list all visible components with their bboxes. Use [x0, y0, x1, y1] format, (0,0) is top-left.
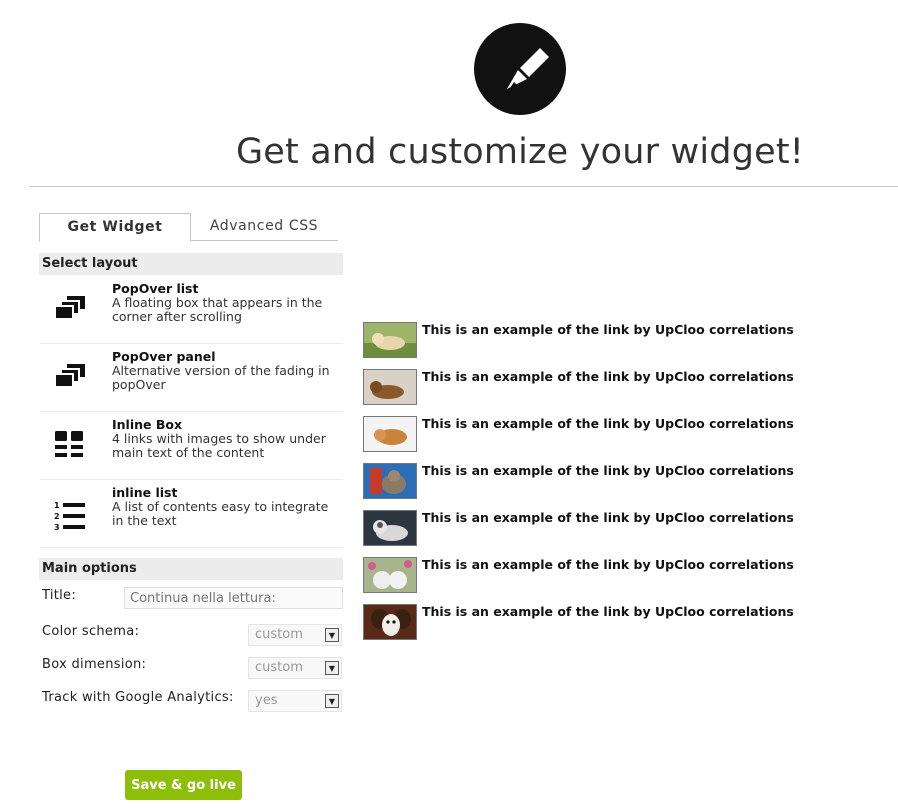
- example-link-text: This is an example of the link by UpCloo…: [422, 369, 794, 384]
- layout-title: inline list: [112, 485, 178, 500]
- puppies-thumbnail-image: [363, 557, 417, 593]
- pencil-logo-icon: [474, 23, 566, 115]
- layout-option-popover-panel[interactable]: PopOver panel Alternative version of the…: [40, 344, 343, 412]
- track-analytics-label: Track with Google Analytics:: [42, 690, 234, 705]
- page-title: Get and customize your widget!: [235, 132, 805, 172]
- example-link-text: This is an example of the link by UpCloo…: [422, 604, 794, 619]
- puppy-thumbnail-image: [363, 322, 417, 358]
- puppy-thumbnail-image: [363, 416, 417, 452]
- layout-title: PopOver list: [112, 281, 199, 296]
- tab-bar: Get Widget Advanced CSS: [39, 213, 339, 242]
- layout-option-inline-list[interactable]: 1 2 3 inline list A list of contents eas…: [40, 480, 343, 548]
- svg-text:1: 1: [54, 501, 60, 510]
- layout-title: PopOver panel: [112, 349, 216, 364]
- example-link-text: This is an example of the link by UpCloo…: [422, 322, 794, 337]
- track-analytics-select[interactable]: yes ▼: [248, 690, 342, 712]
- svg-text:3: 3: [54, 523, 60, 532]
- box-dimension-select[interactable]: custom ▼: [248, 657, 342, 679]
- layout-description: 4 links with images to show under main t…: [112, 431, 326, 460]
- save-go-live-button[interactable]: Save & go live: [125, 770, 242, 800]
- dropdown-arrow-icon[interactable]: ▼: [325, 694, 339, 708]
- color-schema-label: Color schema:: [42, 624, 140, 639]
- layout-title: Inline Box: [112, 417, 183, 432]
- select-value: custom: [255, 660, 303, 675]
- select-layout-heading: Select layout: [39, 253, 343, 275]
- example-link-text: This is an example of the link by UpCloo…: [422, 557, 794, 572]
- stacked-windows-icon: [54, 364, 85, 388]
- title-label: Title:: [42, 588, 77, 603]
- main-options-heading: Main options: [39, 558, 343, 580]
- dropdown-arrow-icon[interactable]: ▼: [325, 661, 339, 675]
- tab-advanced-css[interactable]: Advanced CSS: [190, 213, 338, 241]
- cat-thumbnail-image: [363, 463, 417, 499]
- layout-option-popover-list[interactable]: PopOver list A floating box that appears…: [40, 276, 343, 344]
- header-divider: [30, 186, 898, 187]
- layout-description: A list of contents easy to integrate in …: [112, 499, 329, 528]
- grid-list-icon: [55, 431, 83, 457]
- stacked-windows-icon: [54, 296, 85, 320]
- dog-thumbnail-image: [363, 369, 417, 405]
- select-value: custom: [255, 627, 303, 642]
- box-dimension-label: Box dimension:: [42, 657, 147, 672]
- layout-option-inline-box[interactable]: Inline Box 4 links with images to show u…: [40, 412, 343, 480]
- example-link-text: This is an example of the link by UpCloo…: [422, 463, 794, 478]
- layout-description: A floating box that appears in the corne…: [112, 295, 323, 324]
- husky-thumbnail-image: [363, 510, 417, 546]
- example-link-text: This is an example of the link by UpCloo…: [422, 510, 794, 525]
- select-value: yes: [255, 693, 278, 708]
- papillon-thumbnail-image: [363, 604, 417, 640]
- svg-text:2: 2: [54, 512, 60, 521]
- example-link-text: This is an example of the link by UpCloo…: [422, 416, 794, 431]
- numbered-list-icon: 1 2 3: [54, 501, 85, 532]
- layout-description: Alternative version of the fading in pop…: [112, 363, 330, 392]
- title-input[interactable]: [124, 587, 343, 609]
- tab-get-widget[interactable]: Get Widget: [39, 213, 191, 242]
- dropdown-arrow-icon[interactable]: ▼: [325, 628, 339, 642]
- color-schema-select[interactable]: custom ▼: [248, 624, 342, 646]
